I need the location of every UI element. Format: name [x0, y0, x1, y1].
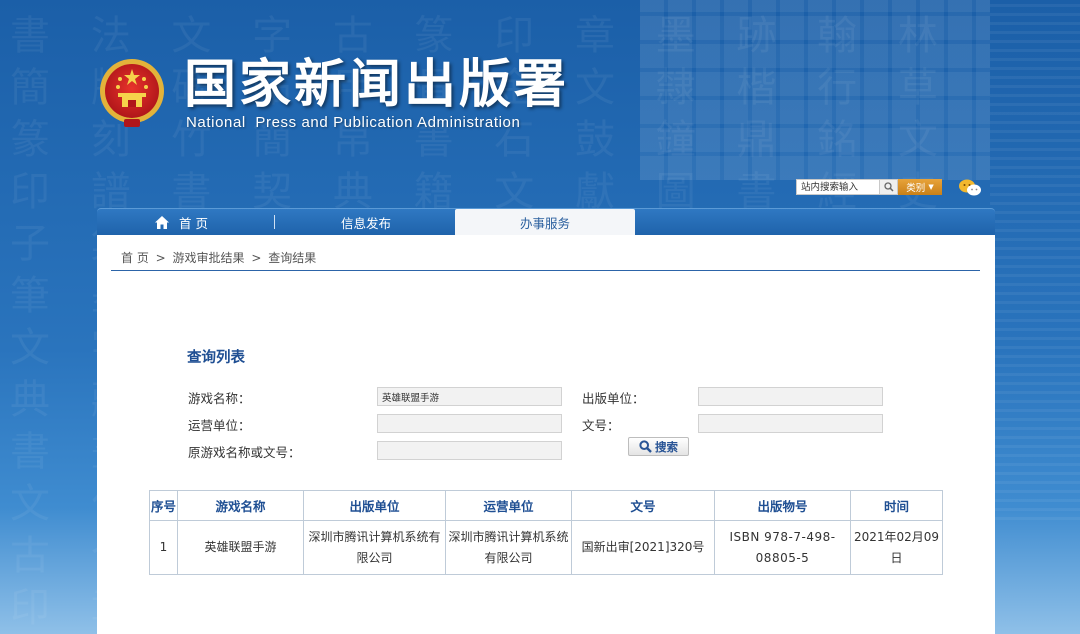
- col-header-isbn: 出版物号: [714, 490, 851, 521]
- operator-label: 运营单位：: [188, 418, 251, 433]
- nav-news[interactable]: 信息发布: [325, 209, 407, 235]
- results-table: 序号 游戏名称 出版单位 运营单位 文号 出版物号 时间 1 英雄联盟手游 深圳…: [149, 490, 943, 575]
- cell-no: 1: [149, 520, 178, 575]
- publisher-label: 出版单位：: [582, 391, 645, 406]
- home-icon: [155, 215, 169, 229]
- search-category-label: 类别: [906, 183, 926, 194]
- nav-home[interactable]: 首 页: [155, 209, 275, 235]
- national-emblem-icon: [98, 57, 166, 129]
- nav-home-label: 首 页: [179, 215, 208, 231]
- original-name-label: 原游戏名称或文号：: [188, 445, 301, 460]
- doc-number-input[interactable]: [698, 414, 883, 433]
- cell-publisher: 深圳市腾讯计算机系统有限公司: [303, 520, 446, 575]
- site-subtitle: National Press and Publication Administr…: [186, 114, 521, 131]
- table-row: 1 英雄联盟手游 深圳市腾讯计算机系统有限公司 深圳市腾讯计算机系统有限公司 国…: [149, 520, 943, 575]
- cell-game-name: 英雄联盟手游: [177, 520, 304, 575]
- doc-number-label: 文号：: [582, 418, 620, 433]
- breadcrumb-separator: >: [155, 251, 166, 265]
- original-name-input[interactable]: [377, 441, 562, 460]
- query-list-title: 查询列表: [187, 350, 245, 366]
- col-header-date: 时间: [850, 490, 943, 521]
- search-icon: [883, 182, 894, 192]
- cell-operator: 深圳市腾讯计算机系统有限公司: [445, 520, 572, 575]
- wechat-icon[interactable]: [958, 178, 982, 198]
- cell-date: 2021年02月09日: [850, 520, 943, 575]
- main-nav: 首 页 信息发布 办事服务: [97, 208, 995, 236]
- game-name-label: 游戏名称：: [188, 391, 251, 406]
- game-name-input[interactable]: [377, 387, 562, 406]
- query-search-button[interactable]: 搜索: [628, 437, 689, 456]
- col-header-no: 序号: [149, 490, 178, 521]
- breadcrumb-home[interactable]: 首 页: [121, 251, 149, 265]
- caret-down-icon: ▼: [928, 183, 934, 191]
- nav-service[interactable]: 办事服务: [455, 209, 635, 236]
- site-search-button[interactable]: [880, 179, 898, 195]
- breadcrumb-current: 查询结果: [268, 251, 317, 265]
- site-search-bar: 类别 ▼: [796, 179, 942, 195]
- search-category-select[interactable]: 类别 ▼: [898, 179, 942, 195]
- col-header-game-name: 游戏名称: [177, 490, 304, 521]
- col-header-publisher: 出版单位: [303, 490, 446, 521]
- query-search-label: 搜索: [655, 439, 678, 454]
- breadcrumb-game-approval[interactable]: 游戏审批结果: [173, 251, 245, 265]
- cell-isbn: ISBN 978-7-498-08805-5: [714, 520, 851, 575]
- col-header-doc-number: 文号: [571, 490, 715, 521]
- breadcrumb-separator: >: [251, 251, 262, 265]
- results-header-row: 序号 游戏名称 出版单位 运营单位 文号 出版物号 时间: [149, 490, 943, 521]
- nav-divider: [274, 215, 275, 229]
- site-title: 国家新闻出版署: [184, 55, 570, 115]
- site-search-input[interactable]: [796, 179, 880, 195]
- magnifier-icon: [639, 440, 652, 453]
- col-header-operator: 运营单位: [445, 490, 572, 521]
- operator-input[interactable]: [377, 414, 562, 433]
- banner-grid-pattern: [640, 0, 990, 180]
- binary-strip-decoration: [990, 0, 1080, 520]
- breadcrumb-divider: [111, 270, 980, 271]
- content-panel: 首 页 > 游戏审批结果 > 查询结果 查询列表 游戏名称： 出版单位： 运营单…: [97, 235, 995, 634]
- breadcrumb: 首 页 > 游戏审批结果 > 查询结果: [121, 249, 319, 266]
- cell-doc-number: 国新出审[2021]320号: [571, 520, 715, 575]
- publisher-input[interactable]: [698, 387, 883, 406]
